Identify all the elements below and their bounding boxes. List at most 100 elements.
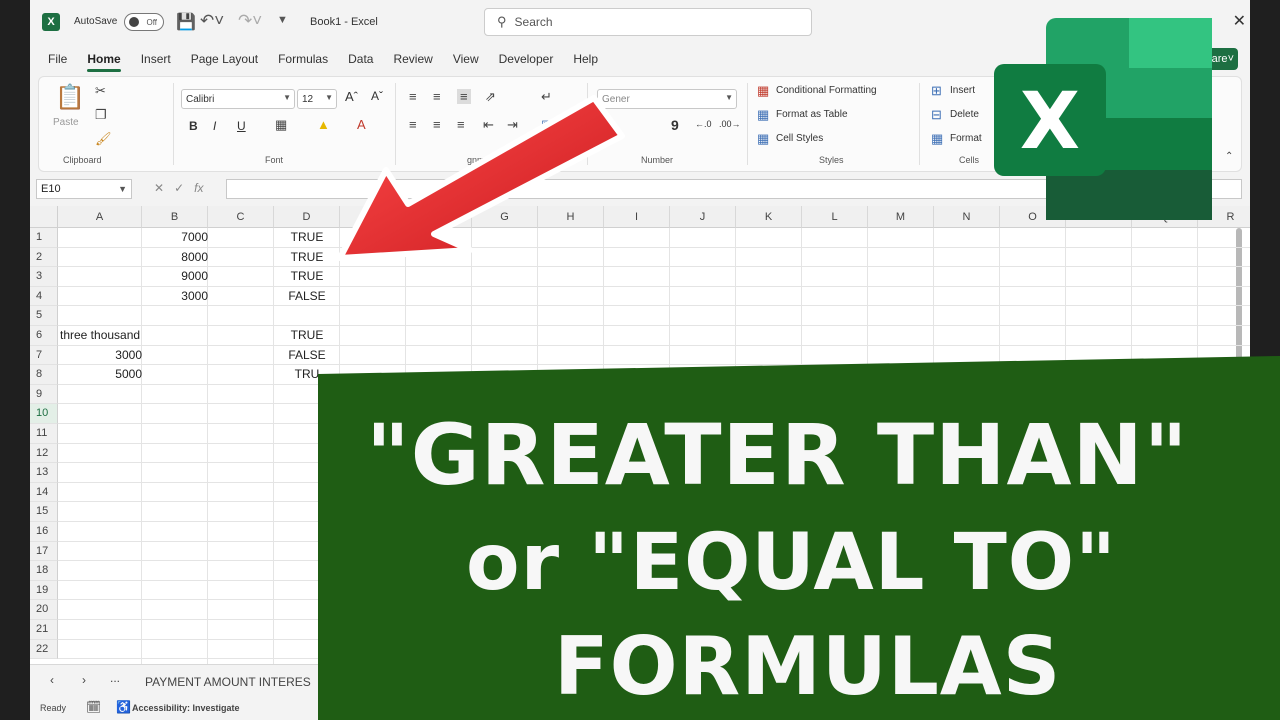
tab-page-layout[interactable]: Page Layout [191,52,258,66]
font-name-select[interactable]: Calibri ▼ [181,89,295,109]
underline-button[interactable]: U [237,119,246,133]
format-cells-icon[interactable]: ▦ [931,131,943,147]
row-header[interactable]: 1 [30,228,58,248]
row-header[interactable]: 22 [30,639,58,660]
format-as-table-icon[interactable]: ▦ [757,107,769,123]
italic-button[interactable]: I [213,119,216,133]
share-label: are [1211,53,1228,65]
tab-insert[interactable]: Insert [141,52,171,66]
row-header[interactable]: 6 [30,326,58,346]
cell-styles-button[interactable]: Cell Styles [776,133,823,144]
prev-sheet-icon[interactable]: ‹ [50,673,54,687]
tab-formulas[interactable]: Formulas [278,52,328,66]
tab-file[interactable]: File [48,52,67,66]
cell-b2[interactable]: 8000 [142,248,208,268]
next-sheet-icon[interactable]: › [82,673,86,687]
row-header[interactable]: 17 [30,541,58,562]
row-header[interactable]: 15 [30,502,58,522]
search-box[interactable]: ⚲ Search [484,8,812,36]
excel-logo-icon: X [994,18,1212,220]
paste-icon[interactable]: 📋 [55,83,85,112]
cell-d6[interactable]: TRUE [274,326,340,346]
borders-icon[interactable]: ▦ [275,117,287,133]
gridline [58,344,1250,346]
column-header[interactable]: A [58,206,142,228]
cell-a7[interactable]: 3000 [58,346,142,366]
redo-icon[interactable]: ↷˅ [238,11,262,31]
row-header[interactable]: 12 [30,443,58,464]
more-sheets-button[interactable]: ... [110,671,120,685]
fx-icon[interactable]: fx [194,181,203,195]
cell-b1[interactable]: 7000 [142,228,208,248]
insert-cells-button[interactable]: Insert [950,85,975,96]
row-header[interactable]: 9 [30,384,58,405]
row-header[interactable]: 18 [30,561,58,581]
cut-icon[interactable]: ✂ [95,83,106,99]
row-header[interactable]: 3 [30,267,58,287]
increase-decimal-icon[interactable]: ←.0 [695,119,712,129]
autosave-toggle[interactable]: Off [124,13,164,31]
column-header[interactable]: N [934,206,1000,228]
column-header[interactable]: J [670,206,736,228]
close-icon[interactable]: ✕ [1233,11,1246,31]
gridline [58,285,1250,287]
format-as-table-button[interactable]: Format as Table [776,109,848,120]
row-header[interactable]: 8 [30,365,58,385]
row-header[interactable]: 5 [30,306,58,326]
tab-view[interactable]: View [453,52,479,66]
cancel-icon[interactable]: ✕ [154,181,164,195]
cell-styles-icon[interactable]: ▦ [757,131,769,147]
accessibility-icon[interactable]: ♿ [116,700,131,714]
row-header[interactable]: 20 [30,600,58,620]
cell-d7[interactable]: FALSE [274,346,340,366]
accessibility-status[interactable]: Accessibility: Investigate [132,703,240,713]
decrease-decimal-icon[interactable]: .00→ [719,119,741,129]
cell-a6[interactable]: three thousand [60,326,140,346]
select-all-corner[interactable] [30,206,58,228]
cell-a8[interactable]: 5000 [58,365,142,385]
row-header[interactable]: 16 [30,522,58,542]
format-painter-icon[interactable]: 🖌 [95,131,112,147]
tab-developer[interactable]: Developer [499,52,554,66]
tab-help[interactable]: Help [573,52,598,66]
delete-cells-icon[interactable]: ⊟ [931,107,942,123]
workbook-stats-icon[interactable]: 🗓 [86,700,101,714]
tab-data[interactable]: Data [348,52,373,66]
column-header[interactable]: M [868,206,934,228]
comma-style-button[interactable]: 9 [671,117,679,133]
row-header[interactable]: 13 [30,463,58,483]
cell-b3[interactable]: 9000 [142,267,208,287]
format-cells-button[interactable]: Format [950,133,982,144]
cells-group-label: Cells [959,155,980,165]
row-header[interactable]: 11 [30,424,58,444]
column-header[interactable]: L [802,206,868,228]
row-header[interactable]: 19 [30,580,58,601]
conditional-formatting-icon[interactable]: ▦ [757,83,769,99]
quick-access-more-icon[interactable]: ▼ [277,14,288,26]
name-box[interactable]: E10 ▼ [36,179,132,199]
column-header[interactable]: B [142,206,208,228]
save-icon[interactable]: 💾 [176,12,196,32]
row-header[interactable]: 2 [30,247,58,268]
delete-cells-button[interactable]: Delete [950,109,979,120]
copy-icon[interactable]: ❐ [95,107,107,123]
sheet-tab[interactable]: PAYMENT AMOUNT INTERES [145,675,311,689]
column-header[interactable]: C [208,206,274,228]
row-header[interactable]: 14 [30,482,58,503]
row-header[interactable]: 7 [30,345,58,366]
undo-icon[interactable]: ↶˅ [200,11,224,31]
conditional-formatting-button[interactable]: Conditional Formatting [776,85,877,96]
row-header[interactable]: 4 [30,286,58,307]
cell-b4[interactable]: 3000 [142,287,208,307]
column-header[interactable]: K [736,206,802,228]
row-header[interactable]: 21 [30,620,58,640]
tab-review[interactable]: Review [393,52,432,66]
gridline [58,266,1250,268]
enter-icon[interactable]: ✓ [174,181,184,195]
tab-home[interactable]: Home [87,52,122,72]
collapse-ribbon-icon[interactable]: ⌃ [1225,151,1233,162]
bold-button[interactable]: B [189,119,198,133]
row-header[interactable]: 10 [30,404,58,424]
insert-cells-icon[interactable]: ⊞ [931,83,942,99]
cell-d4[interactable]: FALSE [274,287,340,307]
